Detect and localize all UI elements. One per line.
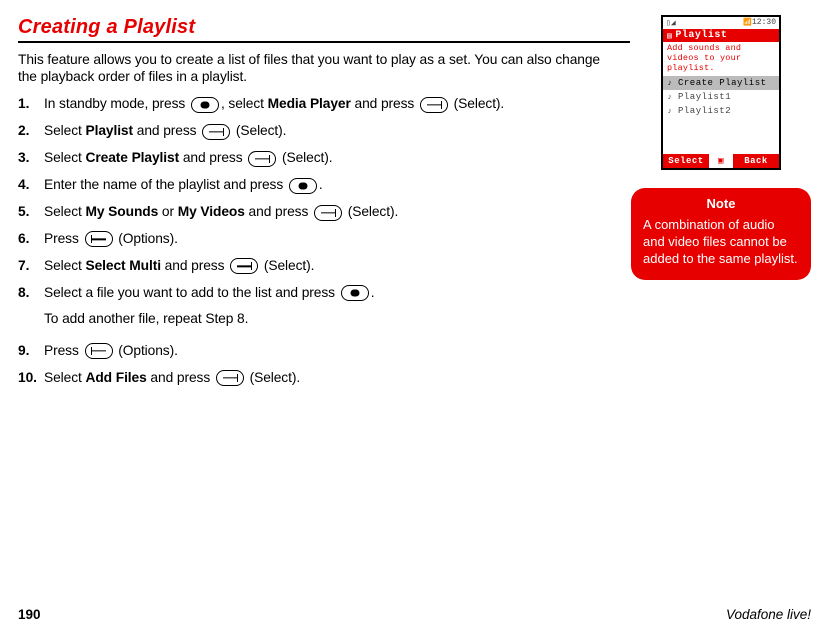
centre-key-icon: [289, 178, 317, 194]
note-body: A combination of audio and video files c…: [643, 217, 799, 268]
signal-icon: ▯◢: [666, 18, 676, 28]
page-footer: 190 Vodafone live!: [18, 607, 811, 622]
left-softkey-icon: [248, 151, 276, 167]
playlist-icon: ♪: [665, 107, 675, 116]
left-softkey-icon: [230, 258, 258, 274]
playlist-icon: ♪: [665, 79, 675, 88]
phone-item-label: Playlist1: [678, 92, 731, 102]
step-subtext: To add another file, repeat Step 8.: [44, 310, 607, 328]
phone-time: 📶12:30: [743, 18, 776, 28]
page-number: 190: [18, 607, 41, 622]
phone-softkeys: Select ▣ Back: [663, 154, 779, 168]
instruction-step: 3.Select Create Playlist and press (Sele…: [18, 149, 607, 167]
left-softkey-icon: [216, 370, 244, 386]
left-softkey-icon: [314, 205, 342, 221]
centre-key-icon: [191, 97, 219, 113]
main-content: This feature allows you to create a list…: [18, 51, 607, 396]
phone-item-label: Playlist2: [678, 106, 731, 116]
step-number: 7.: [18, 257, 29, 275]
left-softkey-icon: [420, 97, 448, 113]
phone-status-bar: ▯◢ 📶12:30: [663, 17, 779, 29]
centre-key-icon: [341, 285, 369, 301]
step-number: 6.: [18, 230, 29, 248]
instruction-step: 6.Press (Options).: [18, 230, 607, 248]
bold-term: Playlist: [85, 123, 133, 138]
step-number: 3.: [18, 149, 29, 167]
bold-term: My Sounds: [85, 204, 158, 219]
right-softkey-icon: [85, 231, 113, 247]
instruction-list: 1.In standby mode, press , select Media …: [18, 95, 607, 386]
footer-brand: Vodafone live!: [726, 607, 811, 622]
softkey-left: Select: [663, 154, 709, 168]
instruction-step: 7.Select Select Multi and press (Select)…: [18, 257, 607, 275]
step-number: 9.: [18, 342, 29, 360]
phone-list: ♪Create Playlist♪Playlist1♪Playlist2: [663, 76, 779, 154]
softkey-middle: ▣: [709, 154, 733, 168]
phone-title-text: Playlist: [675, 30, 727, 41]
instruction-step: 4.Enter the name of the playlist and pre…: [18, 176, 607, 194]
step-number: 10.: [18, 369, 37, 387]
heading-rule: [18, 41, 630, 43]
bold-term: Add Files: [85, 370, 146, 385]
bold-term: Media Player: [268, 96, 351, 111]
phone-item-label: Create Playlist: [678, 78, 767, 88]
instruction-step: 1.In standby mode, press , select Media …: [18, 95, 607, 113]
left-softkey-icon: [202, 124, 230, 140]
note-box: Note A combination of audio and video fi…: [631, 188, 811, 280]
phone-hint: Add sounds and videos to your playlist.: [663, 42, 779, 76]
step-number: 2.: [18, 122, 29, 140]
instruction-step: 8.Select a file you want to add to the l…: [18, 284, 607, 328]
note-title: Note: [643, 196, 799, 213]
step-number: 8.: [18, 284, 29, 302]
list-icon: ▤: [667, 31, 672, 41]
intro-text: This feature allows you to create a list…: [18, 51, 607, 85]
instruction-step: 10.Select Add Files and press (Select).: [18, 369, 607, 387]
bold-term: Create Playlist: [85, 150, 179, 165]
instruction-step: 2.Select Playlist and press (Select).: [18, 122, 607, 140]
step-number: 5.: [18, 203, 29, 221]
instruction-step: 5.Select My Sounds or My Videos and pres…: [18, 203, 607, 221]
step-number: 1.: [18, 95, 29, 113]
softkey-right: Back: [733, 154, 779, 168]
phone-list-item: ♪Playlist1: [663, 90, 779, 104]
instruction-step: 9.Press (Options).: [18, 342, 607, 360]
phone-title-bar: ▤ Playlist: [663, 29, 779, 42]
phone-preview: ▯◢ 📶12:30 ▤ Playlist Add sounds and vide…: [661, 15, 781, 170]
phone-list-item: ♪Create Playlist: [663, 76, 779, 90]
bold-term: My Videos: [178, 204, 245, 219]
phone-list-item: ♪Playlist2: [663, 104, 779, 118]
step-number: 4.: [18, 176, 29, 194]
right-softkey-icon: [85, 343, 113, 359]
playlist-icon: ♪: [665, 93, 675, 102]
bold-term: Select Multi: [85, 258, 160, 273]
